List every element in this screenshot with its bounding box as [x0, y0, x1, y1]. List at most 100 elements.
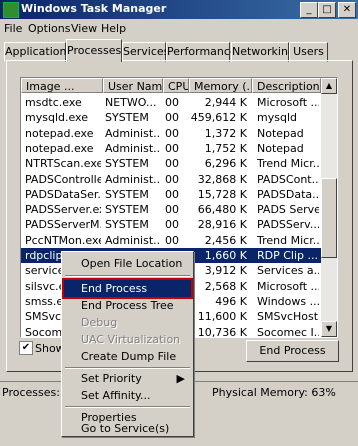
cell-mem: 459,612 K: [190, 111, 247, 125]
table-row[interactable]: msdtc.exe NETWO... 00 2,944 K Microsoft ...: [21, 95, 321, 110]
cell-user: SYSTEM: [105, 157, 149, 171]
menu-end-process-tree[interactable]: End Process Tree: [64, 297, 191, 314]
cell-name: NTRTScan.exe: [25, 157, 101, 171]
cell-cpu: 00: [165, 126, 179, 140]
cell-name: PADSDataSer...: [25, 187, 101, 201]
cell-desc: Socomec I...: [257, 325, 319, 338]
table-row[interactable]: PccNTMon.exe Administ... 00 2,456 K Trend Mi…: [21, 233, 321, 248]
end-process-button[interactable]: End Process: [246, 340, 339, 362]
context-menu: Open File Location End Process End Proce…: [61, 251, 194, 437]
column-user-name[interactable]: User Name: [103, 78, 163, 93]
maximize-button[interactable]: □: [318, 2, 336, 18]
column-memory[interactable]: Memory (...: [189, 78, 252, 93]
cell-user: Administ...: [105, 172, 161, 186]
cell-user: Administ...: [105, 233, 161, 247]
show-processes-checkbox[interactable]: ✔: [19, 341, 33, 355]
tab-performance[interactable]: Performance: [166, 42, 237, 62]
cell-desc: RDP Clip ...: [257, 249, 319, 262]
column-description[interactable]: Description: [252, 78, 321, 93]
menu-help[interactable]: Help: [101, 22, 126, 35]
cell-desc: PADSCont...: [257, 172, 319, 186]
cell-user: SYSTEM: [105, 203, 149, 217]
menu-bar: File Options View Help: [0, 19, 358, 37]
column-cpu[interactable]: CPU: [163, 78, 189, 93]
tab-services[interactable]: Services: [122, 42, 169, 62]
cell-desc: Notepad: [257, 141, 304, 155]
minimize-button[interactable]: _: [300, 2, 318, 18]
cell-desc: Notepad: [257, 126, 304, 140]
cell-desc: Trend Micr...: [257, 157, 319, 171]
cell-mem: 1,752 K: [204, 141, 247, 155]
menu-open-file-location[interactable]: Open File Location: [64, 255, 191, 272]
column-image-name[interactable]: Image ...: [21, 78, 103, 93]
table-row[interactable]: notepad.exe Administ... 00 1,372 K Notepad: [21, 126, 321, 141]
cell-name: notepad.exe: [25, 141, 94, 155]
table-row[interactable]: notepad.exe Administ... 00 1,752 K Notepad: [21, 141, 321, 156]
cell-desc: Microsoft ...: [257, 96, 319, 109]
menu-view[interactable]: View: [71, 22, 97, 35]
cell-mem: 2,456 K: [204, 233, 247, 247]
cell-cpu: 00: [165, 157, 179, 171]
menu-separator: [65, 406, 190, 408]
cell-cpu: 00: [165, 187, 179, 201]
cell-desc: Windows ...: [257, 294, 319, 308]
cell-name: mysqld.exe: [25, 111, 88, 125]
title-bar[interactable]: Windows Task Manager _ □ ✕: [0, 0, 358, 19]
close-button[interactable]: ✕: [338, 2, 356, 18]
menu-go-to-services[interactable]: Go to Service(s): [64, 422, 191, 436]
scroll-up-arrow-icon[interactable]: ▲: [321, 78, 337, 94]
cell-cpu: 00: [165, 218, 179, 232]
menu-create-dump-file[interactable]: Create Dump File: [64, 348, 191, 365]
cell-cpu: 00: [165, 141, 179, 155]
scroll-down-arrow-icon[interactable]: ▼: [321, 321, 337, 337]
menu-separator: [65, 275, 190, 277]
cell-name: PADSServer.exe: [25, 203, 101, 217]
submenu-arrow-icon: ▶: [176, 372, 185, 385]
cell-desc: PADSData...: [257, 187, 319, 201]
cell-desc: Microsoft ...: [257, 279, 319, 293]
table-row[interactable]: NTRTScan.exe SYSTEM 00 6,296 K Trend Micr...: [21, 156, 321, 171]
tab-processes[interactable]: Processes: [66, 39, 122, 62]
cell-cpu: 00: [165, 172, 179, 186]
cell-cpu: 00: [165, 96, 179, 109]
cell-cpu: 00: [165, 111, 179, 125]
menu-options[interactable]: Options: [28, 22, 70, 35]
table-row[interactable]: PADSServer.exe SYSTEM 00 66,480 K PADS Serve…: [21, 202, 321, 217]
tab-users[interactable]: Users: [289, 42, 328, 62]
cell-desc: PADS Server: [257, 203, 319, 217]
menu-debug: Debug: [81, 316, 118, 329]
tab-networking[interactable]: Networking: [231, 42, 295, 62]
menu-uac-virtualization: UAC Virtualization: [81, 333, 181, 346]
table-row[interactable]: mysqld.exe SYSTEM 00 459,612 K mysqld: [21, 110, 321, 125]
cell-mem: 15,728 K: [197, 187, 247, 201]
cell-mem: 6,296 K: [204, 157, 247, 171]
cell-user: NETWO...: [105, 96, 157, 109]
column-header-row: Image ... User Name CPU Memory (... Desc…: [21, 78, 321, 94]
menu-set-affinity[interactable]: Set Affinity...: [64, 387, 191, 404]
cell-mem: 1,372 K: [204, 126, 247, 140]
menu-end-process[interactable]: End Process: [62, 278, 193, 299]
table-row[interactable]: PADSServerM... SYSTEM 00 28,916 K PADSServ..…: [21, 217, 321, 232]
menu-separator: [65, 367, 190, 369]
vertical-scrollbar[interactable]: ▲ ▼: [321, 78, 337, 337]
task-manager-window: Windows Task Manager _ □ ✕ File Options …: [0, 0, 358, 446]
menu-file[interactable]: File: [4, 22, 22, 35]
cell-cpu: 00: [165, 233, 179, 247]
scroll-thumb[interactable]: [321, 178, 337, 258]
cell-user: Administ...: [105, 126, 161, 140]
table-row[interactable]: PADSControlle... Administ... 00 32,868 K PAD…: [21, 172, 321, 187]
cell-desc: Trend Micr...: [257, 233, 319, 247]
window-title: Windows Task Manager: [21, 2, 167, 15]
cell-user: SYSTEM: [105, 111, 149, 125]
cell-desc: mysqld: [257, 111, 297, 125]
cell-mem: 10,736 K: [197, 325, 247, 338]
table-row[interactable]: PADSDataSer... SYSTEM 00 15,728 K PADSData..…: [21, 187, 321, 202]
cell-mem: 1,660 K: [204, 249, 247, 262]
cell-name: notepad.exe: [25, 126, 94, 140]
menu-set-priority[interactable]: Set Priority ▶: [64, 370, 191, 387]
tab-applications[interactable]: Applications: [4, 42, 72, 62]
cell-user: SYSTEM: [105, 218, 149, 232]
cell-name: PADSServerM...: [25, 218, 101, 232]
cell-mem: 11,600 K: [197, 310, 247, 324]
task-manager-icon: [3, 2, 19, 18]
